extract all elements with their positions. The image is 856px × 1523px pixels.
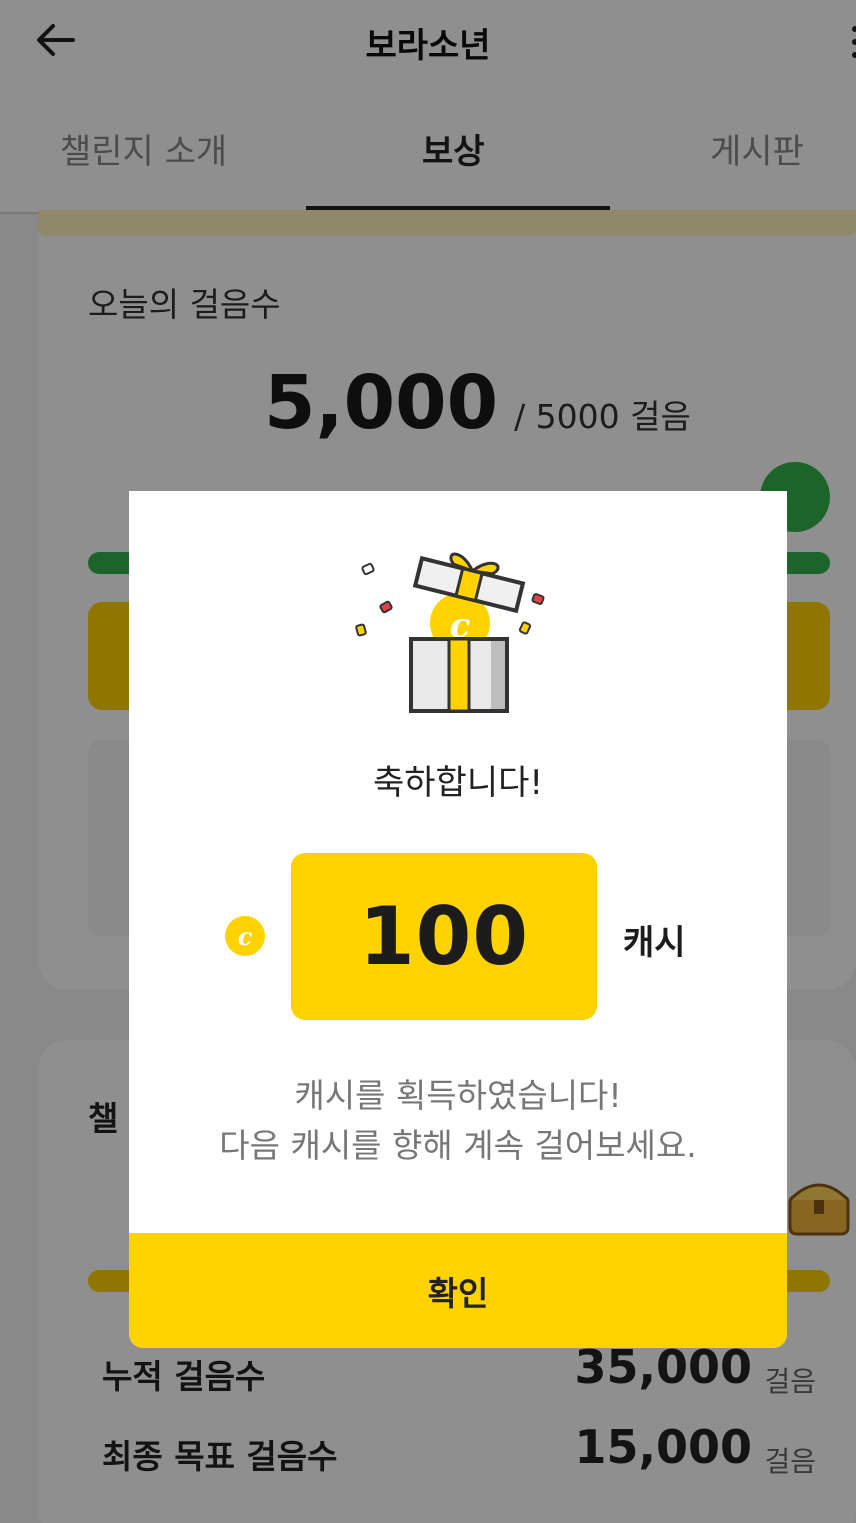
reward-amount-box: 100 <box>291 853 597 1020</box>
coin-icon: c <box>225 916 265 956</box>
reward-message-line1: 캐시를 획득하였습니다! <box>294 1076 622 1115</box>
reward-amount: 100 <box>359 890 529 983</box>
reward-unit: 캐시 <box>623 923 686 963</box>
congrats-title: 축하합니다! <box>372 763 544 803</box>
reward-message: 캐시를 획득하였습니다! 다음 캐시를 향해 계속 걸어보세요. <box>129 1071 787 1171</box>
confirm-button[interactable]: 확인 <box>129 1233 787 1348</box>
gift-box-icon: c <box>355 552 545 713</box>
reward-dialog: c 축하합니다! c 100 캐시 캐시를 획득하였습니다! 다음 캐시를 향해… <box>129 491 787 1348</box>
svg-text:c: c <box>238 922 253 951</box>
reward-message-line2: 다음 캐시를 향해 계속 걸어보세요. <box>219 1126 697 1165</box>
